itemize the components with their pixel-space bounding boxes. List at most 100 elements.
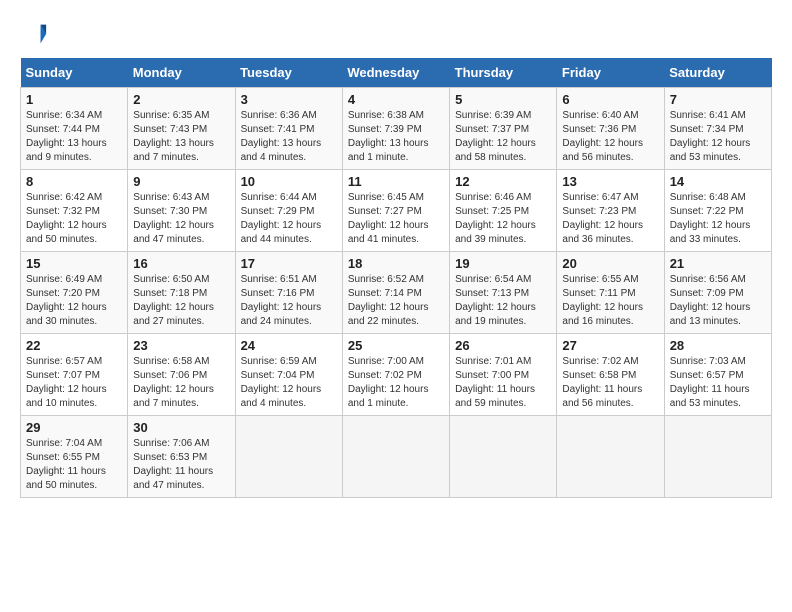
day-info: Sunrise: 6:36 AMSunset: 7:41 PMDaylight:…	[241, 110, 322, 163]
weekday-label-thursday: Thursday	[450, 58, 557, 88]
empty-cell	[450, 416, 557, 498]
day-number: 8	[26, 174, 122, 189]
day-info: Sunrise: 6:38 AMSunset: 7:39 PMDaylight:…	[348, 110, 429, 163]
day-cell-5: 5 Sunrise: 6:39 AMSunset: 7:37 PMDayligh…	[450, 88, 557, 170]
day-info: Sunrise: 7:03 AMSunset: 6:57 PMDaylight:…	[670, 356, 750, 409]
day-info: Sunrise: 6:51 AMSunset: 7:16 PMDaylight:…	[241, 274, 322, 327]
day-cell-7: 7 Sunrise: 6:41 AMSunset: 7:34 PMDayligh…	[664, 88, 771, 170]
calendar-week-4: 22 Sunrise: 6:57 AMSunset: 7:07 PMDaylig…	[21, 334, 772, 416]
day-info: Sunrise: 6:48 AMSunset: 7:22 PMDaylight:…	[670, 192, 751, 245]
empty-cell	[664, 416, 771, 498]
day-info: Sunrise: 6:40 AMSunset: 7:36 PMDaylight:…	[562, 110, 643, 163]
day-number: 7	[670, 92, 766, 107]
day-info: Sunrise: 6:59 AMSunset: 7:04 PMDaylight:…	[241, 356, 322, 409]
day-number: 27	[562, 338, 658, 353]
day-info: Sunrise: 6:57 AMSunset: 7:07 PMDaylight:…	[26, 356, 107, 409]
weekday-label-wednesday: Wednesday	[342, 58, 449, 88]
day-cell-26: 26 Sunrise: 7:01 AMSunset: 7:00 PMDaylig…	[450, 334, 557, 416]
day-number: 29	[26, 420, 122, 435]
day-number: 17	[241, 256, 337, 271]
day-number: 22	[26, 338, 122, 353]
empty-cell	[557, 416, 664, 498]
day-cell-19: 19 Sunrise: 6:54 AMSunset: 7:13 PMDaylig…	[450, 252, 557, 334]
weekday-label-tuesday: Tuesday	[235, 58, 342, 88]
day-number: 4	[348, 92, 444, 107]
calendar-week-5: 29 Sunrise: 7:04 AMSunset: 6:55 PMDaylig…	[21, 416, 772, 498]
calendar-table: SundayMondayTuesdayWednesdayThursdayFrid…	[20, 58, 772, 498]
day-cell-6: 6 Sunrise: 6:40 AMSunset: 7:36 PMDayligh…	[557, 88, 664, 170]
day-number: 14	[670, 174, 766, 189]
day-cell-27: 27 Sunrise: 7:02 AMSunset: 6:58 PMDaylig…	[557, 334, 664, 416]
weekday-label-saturday: Saturday	[664, 58, 771, 88]
day-number: 30	[133, 420, 229, 435]
day-cell-22: 22 Sunrise: 6:57 AMSunset: 7:07 PMDaylig…	[21, 334, 128, 416]
day-number: 11	[348, 174, 444, 189]
calendar-week-3: 15 Sunrise: 6:49 AMSunset: 7:20 PMDaylig…	[21, 252, 772, 334]
day-cell-18: 18 Sunrise: 6:52 AMSunset: 7:14 PMDaylig…	[342, 252, 449, 334]
day-info: Sunrise: 6:50 AMSunset: 7:18 PMDaylight:…	[133, 274, 214, 327]
day-number: 10	[241, 174, 337, 189]
weekday-label-sunday: Sunday	[21, 58, 128, 88]
logo-icon	[20, 20, 48, 48]
day-cell-8: 8 Sunrise: 6:42 AMSunset: 7:32 PMDayligh…	[21, 170, 128, 252]
day-number: 13	[562, 174, 658, 189]
day-cell-1: 1 Sunrise: 6:34 AMSunset: 7:44 PMDayligh…	[21, 88, 128, 170]
day-cell-15: 15 Sunrise: 6:49 AMSunset: 7:20 PMDaylig…	[21, 252, 128, 334]
day-info: Sunrise: 7:04 AMSunset: 6:55 PMDaylight:…	[26, 438, 106, 491]
empty-cell	[342, 416, 449, 498]
day-info: Sunrise: 6:45 AMSunset: 7:27 PMDaylight:…	[348, 192, 429, 245]
page-header	[20, 20, 772, 48]
day-number: 12	[455, 174, 551, 189]
day-number: 18	[348, 256, 444, 271]
day-cell-28: 28 Sunrise: 7:03 AMSunset: 6:57 PMDaylig…	[664, 334, 771, 416]
calendar-body: 1 Sunrise: 6:34 AMSunset: 7:44 PMDayligh…	[21, 88, 772, 498]
day-number: 23	[133, 338, 229, 353]
day-info: Sunrise: 7:00 AMSunset: 7:02 PMDaylight:…	[348, 356, 429, 409]
day-info: Sunrise: 7:06 AMSunset: 6:53 PMDaylight:…	[133, 438, 213, 491]
day-info: Sunrise: 6:55 AMSunset: 7:11 PMDaylight:…	[562, 274, 643, 327]
day-cell-14: 14 Sunrise: 6:48 AMSunset: 7:22 PMDaylig…	[664, 170, 771, 252]
day-number: 2	[133, 92, 229, 107]
day-cell-17: 17 Sunrise: 6:51 AMSunset: 7:16 PMDaylig…	[235, 252, 342, 334]
day-number: 28	[670, 338, 766, 353]
day-info: Sunrise: 6:41 AMSunset: 7:34 PMDaylight:…	[670, 110, 751, 163]
day-info: Sunrise: 6:52 AMSunset: 7:14 PMDaylight:…	[348, 274, 429, 327]
day-cell-9: 9 Sunrise: 6:43 AMSunset: 7:30 PMDayligh…	[128, 170, 235, 252]
day-info: Sunrise: 6:49 AMSunset: 7:20 PMDaylight:…	[26, 274, 107, 327]
day-number: 6	[562, 92, 658, 107]
day-info: Sunrise: 6:34 AMSunset: 7:44 PMDaylight:…	[26, 110, 107, 163]
day-cell-30: 30 Sunrise: 7:06 AMSunset: 6:53 PMDaylig…	[128, 416, 235, 498]
day-cell-24: 24 Sunrise: 6:59 AMSunset: 7:04 PMDaylig…	[235, 334, 342, 416]
day-cell-23: 23 Sunrise: 6:58 AMSunset: 7:06 PMDaylig…	[128, 334, 235, 416]
day-cell-11: 11 Sunrise: 6:45 AMSunset: 7:27 PMDaylig…	[342, 170, 449, 252]
day-info: Sunrise: 6:47 AMSunset: 7:23 PMDaylight:…	[562, 192, 643, 245]
day-number: 1	[26, 92, 122, 107]
day-info: Sunrise: 6:54 AMSunset: 7:13 PMDaylight:…	[455, 274, 536, 327]
day-cell-12: 12 Sunrise: 6:46 AMSunset: 7:25 PMDaylig…	[450, 170, 557, 252]
day-number: 24	[241, 338, 337, 353]
day-cell-25: 25 Sunrise: 7:00 AMSunset: 7:02 PMDaylig…	[342, 334, 449, 416]
day-cell-20: 20 Sunrise: 6:55 AMSunset: 7:11 PMDaylig…	[557, 252, 664, 334]
weekday-label-monday: Monday	[128, 58, 235, 88]
day-number: 9	[133, 174, 229, 189]
day-cell-4: 4 Sunrise: 6:38 AMSunset: 7:39 PMDayligh…	[342, 88, 449, 170]
day-number: 21	[670, 256, 766, 271]
day-info: Sunrise: 7:01 AMSunset: 7:00 PMDaylight:…	[455, 356, 535, 409]
day-cell-29: 29 Sunrise: 7:04 AMSunset: 6:55 PMDaylig…	[21, 416, 128, 498]
day-info: Sunrise: 6:43 AMSunset: 7:30 PMDaylight:…	[133, 192, 214, 245]
day-number: 20	[562, 256, 658, 271]
day-number: 3	[241, 92, 337, 107]
day-info: Sunrise: 7:02 AMSunset: 6:58 PMDaylight:…	[562, 356, 642, 409]
day-cell-21: 21 Sunrise: 6:56 AMSunset: 7:09 PMDaylig…	[664, 252, 771, 334]
day-cell-16: 16 Sunrise: 6:50 AMSunset: 7:18 PMDaylig…	[128, 252, 235, 334]
day-cell-3: 3 Sunrise: 6:36 AMSunset: 7:41 PMDayligh…	[235, 88, 342, 170]
weekday-label-friday: Friday	[557, 58, 664, 88]
day-number: 25	[348, 338, 444, 353]
day-info: Sunrise: 6:44 AMSunset: 7:29 PMDaylight:…	[241, 192, 322, 245]
day-cell-2: 2 Sunrise: 6:35 AMSunset: 7:43 PMDayligh…	[128, 88, 235, 170]
empty-cell	[235, 416, 342, 498]
day-cell-13: 13 Sunrise: 6:47 AMSunset: 7:23 PMDaylig…	[557, 170, 664, 252]
day-info: Sunrise: 6:35 AMSunset: 7:43 PMDaylight:…	[133, 110, 214, 163]
day-number: 19	[455, 256, 551, 271]
day-info: Sunrise: 6:42 AMSunset: 7:32 PMDaylight:…	[26, 192, 107, 245]
